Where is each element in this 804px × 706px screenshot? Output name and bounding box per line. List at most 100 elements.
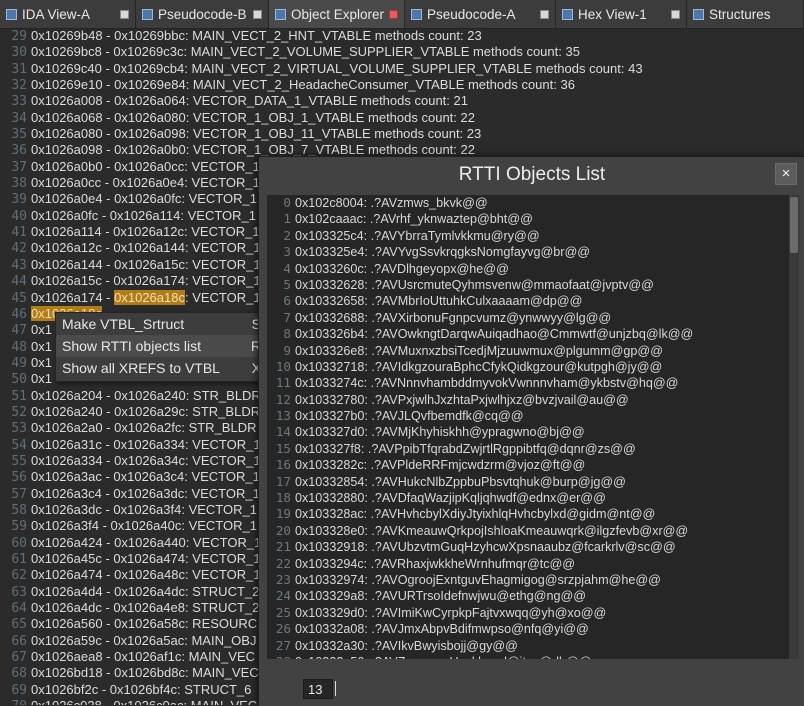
rtti-entry: 0x10332a08: .?AVJmxAbpvBdifmwpso@nfq@yi@… bbox=[295, 622, 589, 637]
menu-item-show-all-xrefs[interactable]: Show all XREFS to VTBL X bbox=[56, 357, 271, 379]
listing-text: 0x1026aea8 - 0x1026af1c: MAIN_VEC bbox=[31, 649, 256, 665]
rtti-entry: 0x10332974: .?AVOgroojExntguvEhagmigog@s… bbox=[295, 572, 661, 587]
listing-text: 0x1026c038 - 0x1026c0ac: MAIN_VEC bbox=[31, 698, 257, 705]
tab-structures[interactable]: Structures bbox=[687, 0, 804, 28]
rtti-entry: 0x103326e8: .?AVMuxnxzbsiTcedjMjzuuwmux@… bbox=[295, 343, 664, 358]
line-number: 37 bbox=[11, 159, 27, 175]
menu-item-show-rtti-objects-list[interactable]: Show RTTI objects list R bbox=[56, 335, 271, 357]
rtti-row[interactable]: 23 0x10332974: .?AVOgroojExntguvEhagmigog… bbox=[267, 572, 789, 588]
listing-row[interactable]: 33 0x1026a008 - 0x1026a064: VECTOR_DATA_1… bbox=[0, 93, 804, 109]
rtti-row[interactable]: 4 0x1033260c: .?AVDlhgeyopx@he@@ bbox=[267, 261, 789, 277]
line-number: 52 bbox=[11, 404, 27, 420]
rtti-row[interactable]: 25 0x103329d0: .?AVImiKwCyrpkpFajtvxwqq@y… bbox=[267, 605, 789, 621]
listing-row[interactable]: 29 0x10269b48 - 0x10269bbc: MAIN_VECT_2_H… bbox=[0, 28, 804, 44]
rtti-row[interactable]: 5 0x10332628: .?AVUsrcmuteQyhmsvenw@mmaof… bbox=[267, 277, 789, 293]
tab-object-explorer[interactable]: Object Explorer bbox=[269, 0, 405, 28]
line-number: 14 bbox=[275, 424, 291, 440]
line-number: 44 bbox=[11, 274, 27, 290]
rtti-entry: 0x10332718: .?AVIdkgzouraBphcCfykQidkgzo… bbox=[295, 359, 663, 374]
rtti-row[interactable]: 17 0x10332854: .?AVHukcNlbZppbuPbsvtqhuk@… bbox=[267, 474, 789, 490]
rtti-row[interactable]: 28 0x10332a50: .?AVZwczewxUozkhyyxl@itvg@… bbox=[267, 654, 789, 659]
listing-text: 0x1026a240 - 0x1026a29c: STR_BLDR bbox=[31, 403, 261, 419]
close-icon[interactable] bbox=[389, 9, 398, 19]
rtti-entry: 0x10332780: .?AVPxjwlhJxzhtaPxjwlhjxz@bv… bbox=[295, 392, 629, 407]
line-number: 0 bbox=[283, 195, 291, 210]
rtti-row[interactable]: 20 0x103328e0: .?AVKmeauwQrkpojIshloaKmea… bbox=[267, 523, 789, 539]
rtti-row[interactable]: 8 0x103326b4: .?AVOwkngtDarqwAuiqadhao@Cm… bbox=[267, 326, 789, 342]
listing-row[interactable]: 35 0x1026a080 - 0x1026a098: VECTOR_1_OBJ_… bbox=[0, 126, 804, 142]
line-number: 38 bbox=[11, 176, 27, 192]
line-number: 17 bbox=[275, 473, 291, 489]
close-icon[interactable] bbox=[120, 9, 129, 19]
listing-text: 0x10269e10 - 0x10269e84: MAIN_VECT_2_Hea… bbox=[31, 77, 575, 93]
listing-row[interactable]: 30 0x10269bc8 - 0x10269c3c: MAIN_VECT_2_V… bbox=[0, 44, 804, 60]
rtti-row[interactable]: 26 0x10332a08: .?AVJmxAbpvBdifmwpso@nfq@y… bbox=[267, 621, 789, 637]
rtti-row[interactable]: 7 0x10332688: .?AVXirbonuFgnpcvumz@ynwwyy… bbox=[267, 310, 789, 326]
rtti-row[interactable]: 12 0x10332780: .?AVPxjwlhJxzhtaPxjwlhjxz@… bbox=[267, 392, 789, 408]
rtti-row[interactable]: 18 0x10332880: .?AVDfaqWazjipKqljqhwdf@ed… bbox=[267, 490, 789, 506]
line-number: 30 bbox=[11, 45, 27, 61]
line-number: 54 bbox=[11, 437, 27, 453]
rtti-objects-list[interactable]: 0 0x102c8004: .?AVzmws_bkvk@@ 1 0x102caaac:… bbox=[267, 195, 789, 659]
tab-hex-view-1[interactable]: Hex View-1 bbox=[556, 0, 687, 28]
close-button[interactable]: × bbox=[775, 163, 797, 185]
line-number: 25 bbox=[275, 604, 291, 620]
line-number: 13 bbox=[275, 408, 291, 424]
rtti-row[interactable]: 9 0x103326e8: .?AVMuxnxzbsiTcedjMjzuuwmux… bbox=[267, 343, 789, 359]
scrollbar-thumb[interactable] bbox=[790, 197, 798, 253]
line-number: 63 bbox=[11, 584, 27, 600]
rtti-entry: 0x103328ac: .?AVHvhcbylXdiyJtyixhlqHvhcb… bbox=[295, 507, 656, 522]
rtti-entry: 0x103325c4: .?AVYbrraTymlvkkmu@ry@@ bbox=[295, 228, 540, 243]
rtti-row[interactable]: 21 0x10332918: .?AVUbzvtmGuqHzyhcwXpsnaau… bbox=[267, 539, 789, 555]
filter-input[interactable]: 13 bbox=[303, 679, 333, 699]
rtti-row[interactable]: 27 0x10332a30: .?AVIkvBwyisbojj@gy@@ bbox=[267, 638, 789, 654]
rtti-entry: 0x103327f8: .?AVPpibTfqrabdZwjrtlRgppibt… bbox=[295, 441, 636, 456]
listing-row[interactable]: 31 0x10269c40 - 0x10269cb4: MAIN_VECT_2_V… bbox=[0, 61, 804, 77]
listing-text: 0x1026a144 - 0x1026a15c: VECTOR_1 bbox=[31, 256, 261, 272]
rtti-entry: 0x1033260c: .?AVDlhgeyopx@he@@ bbox=[295, 261, 509, 276]
listing-text: 0x10269b48 - 0x10269bbc: MAIN_VECT_2_HNT… bbox=[31, 28, 482, 43]
vertical-scrollbar[interactable] bbox=[789, 195, 799, 659]
close-icon[interactable] bbox=[253, 9, 262, 19]
context-menu: Make VTBL_Srtruct S Show RTTI objects li… bbox=[55, 312, 272, 382]
listing-row[interactable]: 34 0x1026a068 - 0x1026a080: VECTOR_1_OBJ_… bbox=[0, 110, 804, 126]
line-number: 12 bbox=[275, 391, 291, 407]
listing-text: 0x1026a560 - 0x1026a58c: RESOURCE bbox=[31, 616, 266, 632]
rtti-row[interactable]: 13 0x103327b0: .?AVJLQvfbemdfk@cq@@ bbox=[267, 408, 789, 424]
tab-bar: IDA View-A Pseudocode-B Object Explorer … bbox=[0, 0, 804, 29]
rtti-row[interactable]: 24 0x103329a8: .?AVURTrsoIdefnwjwu@ethg@n… bbox=[267, 588, 789, 604]
rtti-row[interactable]: 0 0x102c8004: .?AVzmws_bkvk@@ bbox=[267, 195, 789, 211]
listing-row[interactable]: 32 0x10269e10 - 0x10269e84: MAIN_VECT_2_H… bbox=[0, 77, 804, 93]
rtti-row[interactable]: 1 0x102caaac: .?AVrhf_yknwaztep@bht@@ bbox=[267, 211, 789, 227]
listing-text: 0x1026a0fc - 0x1026a114: VECTOR_1 bbox=[31, 207, 256, 223]
rtti-row[interactable]: 14 0x103327d0: .?AVMjKhyhiskhh@ypragwno@b… bbox=[267, 424, 789, 440]
rtti-row[interactable]: 16 0x1033282c: .?AVPldeRRFmjcwdzrm@vjoz@f… bbox=[267, 457, 789, 473]
listing-text: 0x1026a0e4 - 0x1026a0fc: VECTOR_1 bbox=[31, 191, 257, 207]
rtti-row[interactable]: 19 0x103328ac: .?AVHvhcbylXdiyJtyixhlqHvh… bbox=[267, 506, 789, 522]
rtti-row[interactable]: 15 0x103327f8: .?AVPpibTfqrabdZwjrtlRgppi… bbox=[267, 441, 789, 457]
listing-text: 0x1026a474 - 0x1026a48c: VECTOR_1 bbox=[31, 567, 261, 583]
rtti-entry: 0x102caaac: .?AVrhf_yknwaztep@bht@@ bbox=[295, 212, 533, 227]
tab-ida-view-a[interactable]: IDA View-A bbox=[0, 0, 136, 28]
listing-text: 0x1026a174 - bbox=[31, 289, 115, 305]
rtti-row[interactable]: 10 0x10332718: .?AVIdkgzouraBphcCfykQidkg… bbox=[267, 359, 789, 375]
rtti-row[interactable]: 11 0x1033274c: .?AVNnnvhambddmyvokVwnnnvh… bbox=[267, 375, 789, 391]
tab-pseudocode-b[interactable]: Pseudocode-B bbox=[136, 0, 269, 28]
rtti-row[interactable]: 3 0x103325e4: .?AVYvgSsvkrqgksNomgfayvg@b… bbox=[267, 244, 789, 260]
tab-pseudocode-a[interactable]: Pseudocode-A bbox=[405, 0, 556, 28]
listing-text: 0x1026a334 - 0x1026a34c: VECTOR_1 bbox=[31, 452, 261, 468]
line-number: 35 bbox=[11, 127, 27, 143]
rtti-row[interactable]: 22 0x1033294c: .?AVRhaxjwkkheWrnhufmqr@tc… bbox=[267, 556, 789, 572]
menu-item-make-vtbl-struct[interactable]: Make VTBL_Srtruct S bbox=[56, 313, 271, 335]
close-icon[interactable] bbox=[540, 9, 549, 19]
rtti-row[interactable]: 2 0x103325c4: .?AVYbrraTymlvkkmu@ry@@ bbox=[267, 228, 789, 244]
line-number: 19 bbox=[275, 506, 291, 522]
rtti-row[interactable]: 6 0x10332658: .?AVMbrIoUttuhkCulxaaaam@dp… bbox=[267, 293, 789, 309]
line-number: 51 bbox=[11, 388, 27, 404]
close-icon[interactable] bbox=[671, 9, 680, 19]
line-number: 55 bbox=[11, 453, 27, 469]
line-number: 24 bbox=[275, 588, 291, 604]
listing-text: 0x1026a3c4 - 0x1026a3dc: VECTOR_1 bbox=[31, 485, 260, 501]
structures-icon bbox=[693, 8, 704, 20]
rtti-entry: 0x10332688: .?AVXirbonuFgnpcvumz@ynwwyy@… bbox=[295, 310, 612, 325]
